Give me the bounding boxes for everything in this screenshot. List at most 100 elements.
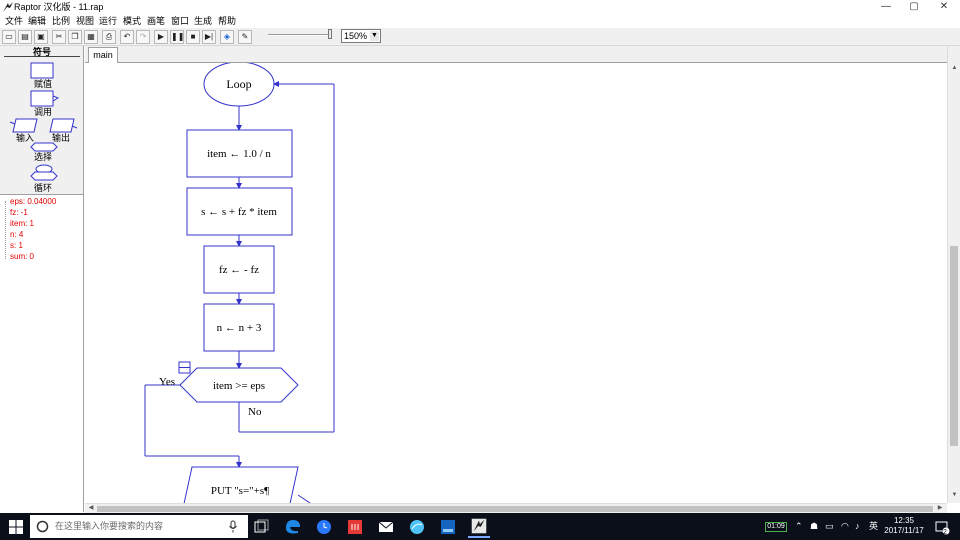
red-app-icon[interactable] [344,516,366,538]
scroll-right-icon[interactable]: ▶ [935,504,945,513]
clock-time: 12:35 [893,516,915,525]
step-button[interactable]: ▶| [202,30,216,44]
undo-button[interactable]: ↶ [120,30,134,44]
clock-app-icon[interactable] [313,516,335,538]
taskbar-clock[interactable]: 12:35 2017/11/17 [876,516,932,536]
watch-item: sum: 0 [10,252,35,261]
variable-watch-panel: eps: 0.04000 fz: -1 item: 1 n: 4 s: 1 su… [0,194,84,512]
windows-start-icon[interactable] [8,519,24,535]
watch-item: fz: -1 [10,208,28,217]
call-symbol-icon[interactable] [30,90,60,107]
vertical-scrollbar[interactable]: ▲ ▼ [947,46,960,503]
notification-center-icon[interactable] [934,519,950,535]
close-button[interactable]: ✕ [930,0,958,14]
wifi-icon[interactable]: ◠ [841,521,849,532]
pause-button[interactable]: ❚❚ [170,30,184,44]
run-button[interactable]: ▶ [154,30,168,44]
assign-text-item: item ← 1.0 / n [207,148,271,160]
stop-button[interactable]: ■ [186,30,200,44]
menu-scale[interactable]: 比例 [52,15,70,27]
loop-label: Loop [226,77,251,91]
open-button[interactable]: ▤ [18,30,32,44]
menu-window[interactable]: 窗口 [171,15,189,27]
loop-symbol-label: 循环 [34,183,53,193]
pen-button[interactable]: ✎ [238,30,252,44]
output-symbol-icon[interactable] [49,118,78,133]
no-label: No [248,406,262,418]
zoom-select-value: 150% [344,31,368,41]
flowchart: Loop item ← 1.0 / n s ← s + fz * item fz… [144,63,335,503]
microphone-icon[interactable] [228,520,238,533]
scroll-down-icon[interactable]: ▼ [950,491,959,500]
menu-mode[interactable]: 模式 [123,15,141,27]
output-symbol-label: 输出 [52,133,71,143]
assign-text-fz: fz ← - fz [219,264,259,276]
zoom-slider-thumb[interactable] [328,29,332,39]
assign-symbol-icon[interactable] [30,62,54,79]
edge-browser-icon[interactable] [282,516,304,538]
input-symbol-icon[interactable] [9,118,38,133]
raptor-app-icon [3,2,13,12]
menu-bar: 文件 编辑 比例 视图 运行 模式 画笔 窗口 生成 帮助 [0,14,960,28]
watch-item: s: 1 [10,241,23,250]
menu-help[interactable]: 帮助 [218,15,236,27]
selection-symbol-label: 选择 [34,152,53,162]
watch-item: eps: 0.04000 [10,197,57,206]
cut-button[interactable]: ✂ [52,30,66,44]
paste-button[interactable]: ▦ [84,30,98,44]
cortana-icon [36,520,49,533]
save-button[interactable]: ▣ [34,30,48,44]
notification-count: 2 [943,529,947,536]
menu-run[interactable]: 运行 [99,15,117,27]
menu-ink[interactable]: 画笔 [147,15,165,27]
mail-icon[interactable] [375,516,397,538]
volume-icon[interactable]: ♪ [855,521,860,532]
horizontal-scroll-thumb[interactable] [97,506,933,512]
redo-button[interactable]: ↷ [136,30,150,44]
new-button[interactable]: ▭ [2,30,16,44]
people-icon[interactable]: ☗ [810,521,818,532]
selection-symbol-icon[interactable] [30,142,58,152]
scroll-left-icon[interactable]: ◀ [86,504,96,513]
title-bar: Raptor 汉化版 - 11.rap — ▢ ✕ [0,0,960,14]
battery-indicator[interactable]: 01:09 [765,522,787,532]
symbols-shapes [9,62,78,181]
task-view-icon[interactable] [250,516,272,538]
chevron-down-icon[interactable]: ▼ [370,31,379,41]
minimize-button[interactable]: — [872,0,900,14]
breakpoint-button[interactable]: ◈ [220,30,234,44]
restore-button[interactable]: ▢ [900,0,928,14]
raptor-taskbar-icon[interactable] [468,516,490,538]
print-button[interactable]: ⎙ [102,30,116,44]
loop-symbol-icon[interactable] [30,164,58,181]
blue-box-app-icon[interactable] [437,516,459,538]
call-symbol-label: 调用 [34,107,53,117]
taskbar: 在这里输入你要搜索的内容 01:09 ⌃ ☗ ▭ ◠ ♪ 英 12:35 201… [0,513,960,540]
assign-text-s: s ← s + fz * item [201,206,277,218]
window-title: Raptor 汉化版 - 11.rap [14,2,104,12]
menu-view[interactable]: 视图 [76,15,94,27]
assign-text-n: n ← n + 3 [217,322,262,334]
tab-main[interactable]: main [88,47,118,63]
blue-globe-app-icon[interactable] [406,516,428,538]
battery-icon[interactable]: ▭ [825,521,834,532]
watch-item: item: 1 [10,219,35,228]
menu-edit[interactable]: 编辑 [28,15,46,27]
decision-text: item >= eps [213,380,265,392]
yes-label: Yes [159,376,175,388]
taskbar-search-box[interactable]: 在这里输入你要搜索的内容 [30,515,248,538]
scroll-up-icon[interactable]: ▲ [950,64,959,73]
menu-generate[interactable]: 生成 [194,15,212,27]
chevron-up-icon[interactable]: ⌃ [795,521,803,532]
zoom-slider[interactable] [268,29,332,39]
menu-file[interactable]: 文件 [5,15,23,27]
clock-date: 2017/11/17 [884,526,924,535]
zoom-slider-track [268,34,330,36]
flowchart-canvas[interactable]: Loop item ← 1.0 / n s ← s + fz * item fz… [85,63,947,503]
watch-item: n: 4 [10,230,24,239]
horizontal-scrollbar[interactable]: ◀ ▶ [85,503,947,513]
vertical-scroll-thumb[interactable] [950,246,958,446]
symbols-panel: 符号 赋值 调用 输入 输出 选择 循环 [0,46,84,194]
copy-button[interactable]: ❐ [68,30,82,44]
zoom-select[interactable]: 150% ▼ [341,29,381,43]
